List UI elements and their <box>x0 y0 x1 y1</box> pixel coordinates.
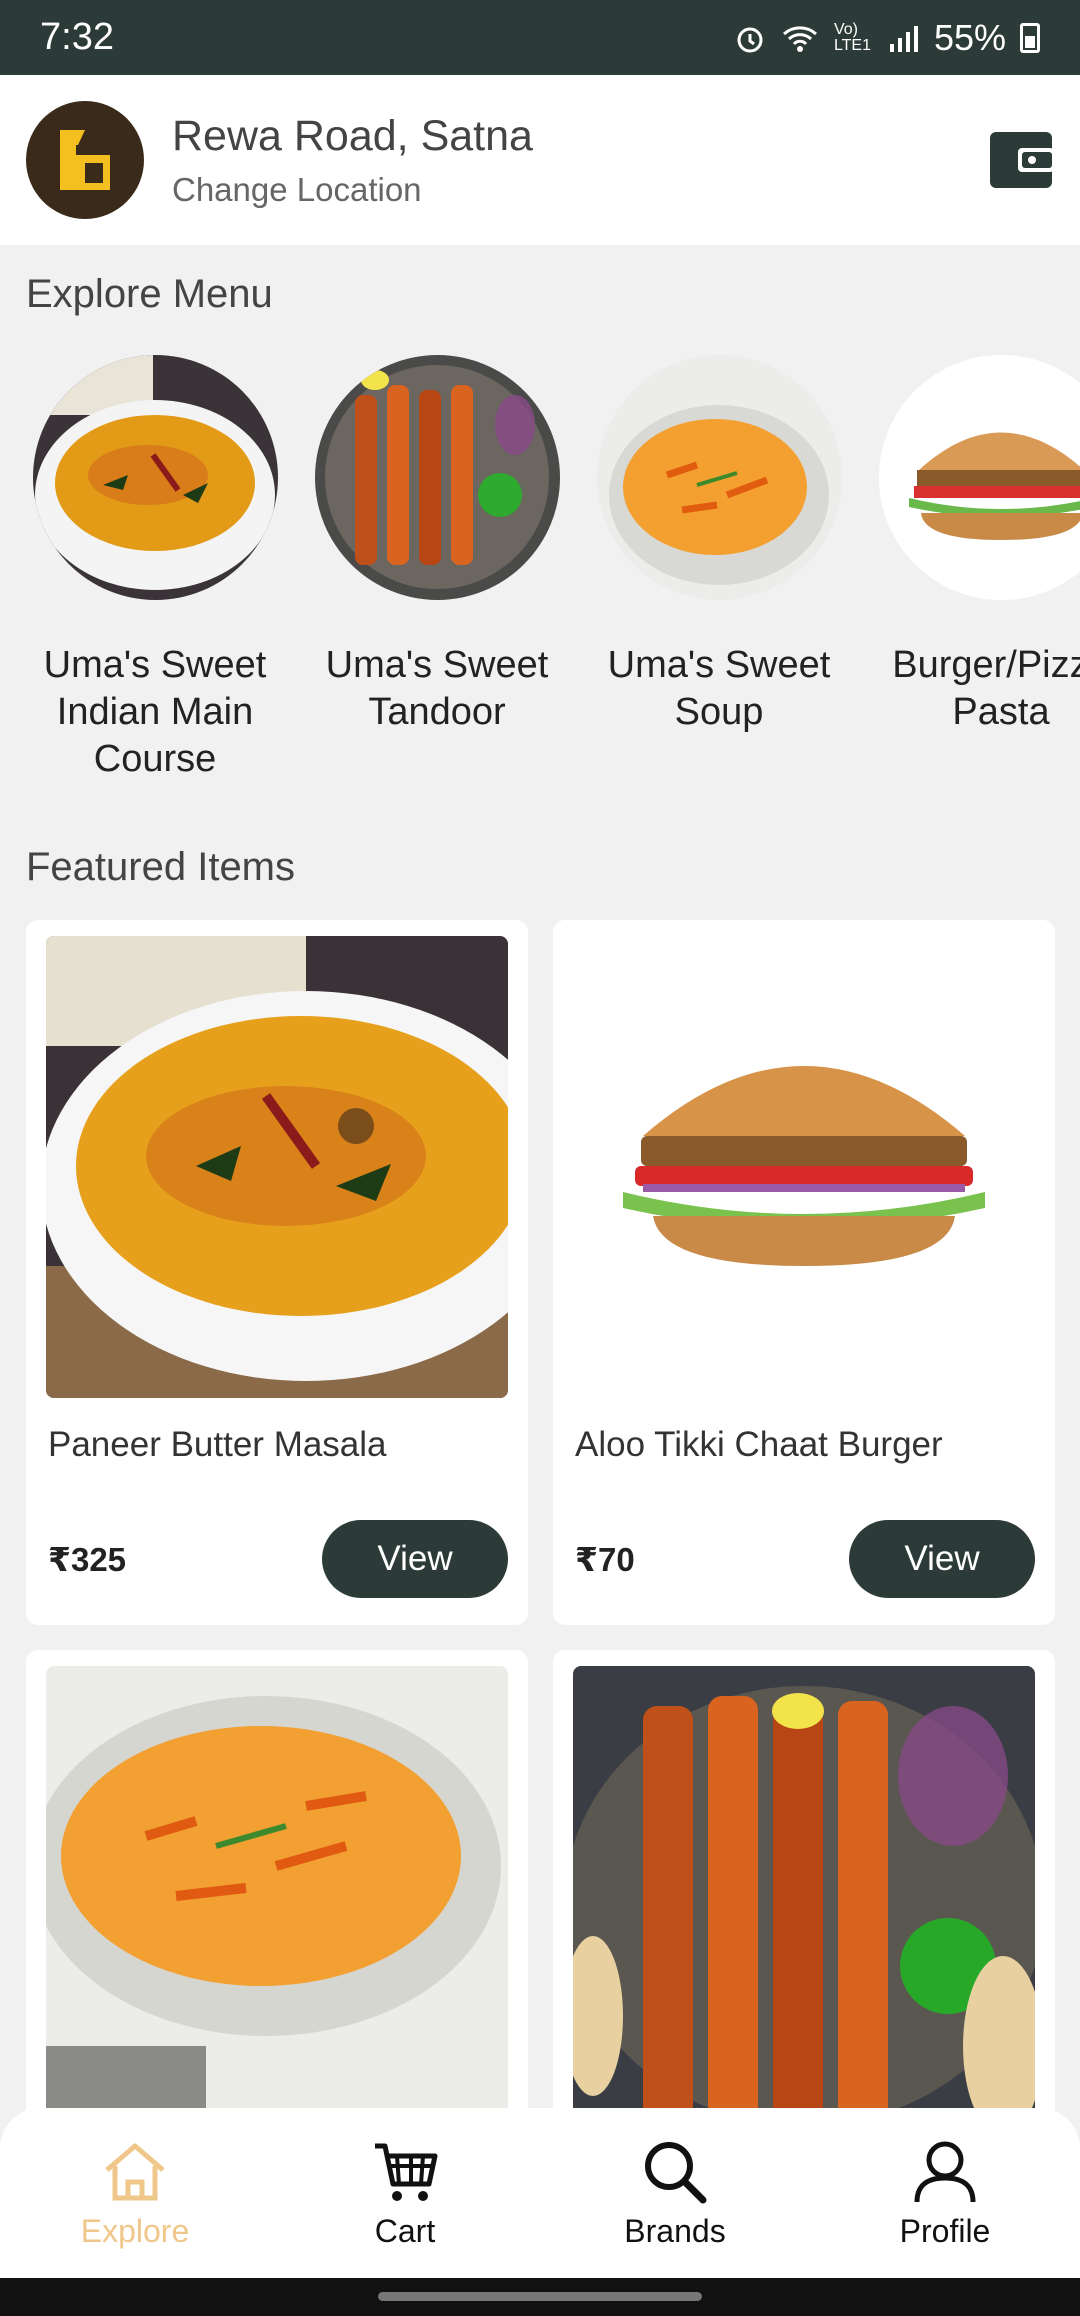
featured-item-card[interactable]: Aloo Tikki Chaat Burger ₹70 View <box>553 920 1055 1625</box>
user-icon <box>914 2141 976 2202</box>
nav-label: Cart <box>374 2212 436 2249</box>
category-image <box>32 355 278 600</box>
status-bar: 7:32 Vo) LTE1 55% <box>0 0 1080 75</box>
view-button[interactable]: View <box>849 1520 1035 1598</box>
category-label: Burger/Pizza Pasta <box>892 644 1080 733</box>
home-gesture-handle[interactable] <box>378 2292 702 2301</box>
battery-percent: 55% <box>933 16 1006 58</box>
category-row: Uma's Sweet Indian Main Course Uma's Swe… <box>0 355 1080 795</box>
app-header: Rewa Road, Satna Change Location <box>0 75 1080 245</box>
category-item[interactable]: Burger/Pizza Pasta <box>866 355 1080 736</box>
brand-logo <box>26 101 144 219</box>
featured-item-card[interactable] <box>26 1650 528 2130</box>
wallet-button[interactable] <box>988 130 1054 190</box>
category-label: Uma's Sweet Soup <box>607 644 831 733</box>
category-label: Uma's Sweet Tandoor <box>325 644 549 733</box>
item-image <box>46 1666 508 2130</box>
logo-icon <box>60 130 110 190</box>
signal-icon <box>889 25 918 52</box>
nav-profile[interactable]: Profile <box>845 2137 1045 2250</box>
wifi-icon <box>782 25 817 52</box>
view-button[interactable]: View <box>322 1520 508 1598</box>
item-image <box>46 936 508 1398</box>
battery-icon <box>1020 22 1040 53</box>
system-gesture-bar <box>0 2278 1080 2316</box>
home-icon <box>105 2143 165 2200</box>
item-price: ₹325 <box>48 1541 127 1578</box>
category-label: Uma's Sweet Indian Main Course <box>43 644 267 780</box>
category-item[interactable]: Uma's Sweet Tandoor <box>302 355 572 736</box>
location-block[interactable]: Rewa Road, Satna Change Location <box>172 112 988 209</box>
item-name: Paneer Butter Masala <box>48 1425 387 1464</box>
nav-label: Explore <box>80 2212 190 2249</box>
alarm-icon <box>737 27 763 52</box>
item-image <box>573 1666 1035 2130</box>
nav-label: Brands <box>624 2212 726 2249</box>
category-image <box>314 355 560 600</box>
featured-items-title: Featured Items <box>26 845 296 889</box>
change-location-link[interactable]: Change Location <box>172 171 988 209</box>
bottom-navigation: Explore Cart Brands Profile <box>0 2108 1080 2278</box>
wallet-icon <box>990 132 1054 188</box>
featured-item-card[interactable]: Paneer Butter Masala ₹325 View <box>26 920 528 1625</box>
category-item[interactable]: Uma's Sweet Soup <box>584 355 854 736</box>
network-label: Vo) LTE1 <box>833 20 871 54</box>
category-image <box>596 355 842 600</box>
location-title: Rewa Road, Satna <box>172 111 533 160</box>
nav-cart[interactable]: Cart <box>305 2137 505 2250</box>
category-image <box>878 355 1080 600</box>
nav-label: Profile <box>899 2212 991 2249</box>
item-price: ₹70 <box>575 1541 635 1578</box>
item-image <box>573 936 1035 1398</box>
nav-explore[interactable]: Explore <box>35 2137 235 2250</box>
category-item[interactable]: Uma's Sweet Indian Main Course <box>20 355 290 783</box>
status-icons: Vo) LTE1 55% <box>734 17 1040 59</box>
featured-item-card[interactable] <box>553 1650 1055 2130</box>
item-name: Aloo Tikki Chaat Burger <box>575 1425 943 1464</box>
status-time: 7:32 <box>40 16 114 58</box>
nav-brands[interactable]: Brands <box>575 2137 775 2250</box>
search-icon <box>645 2141 707 2203</box>
explore-menu-title: Explore Menu <box>26 272 273 316</box>
cart-icon <box>375 2143 438 2201</box>
